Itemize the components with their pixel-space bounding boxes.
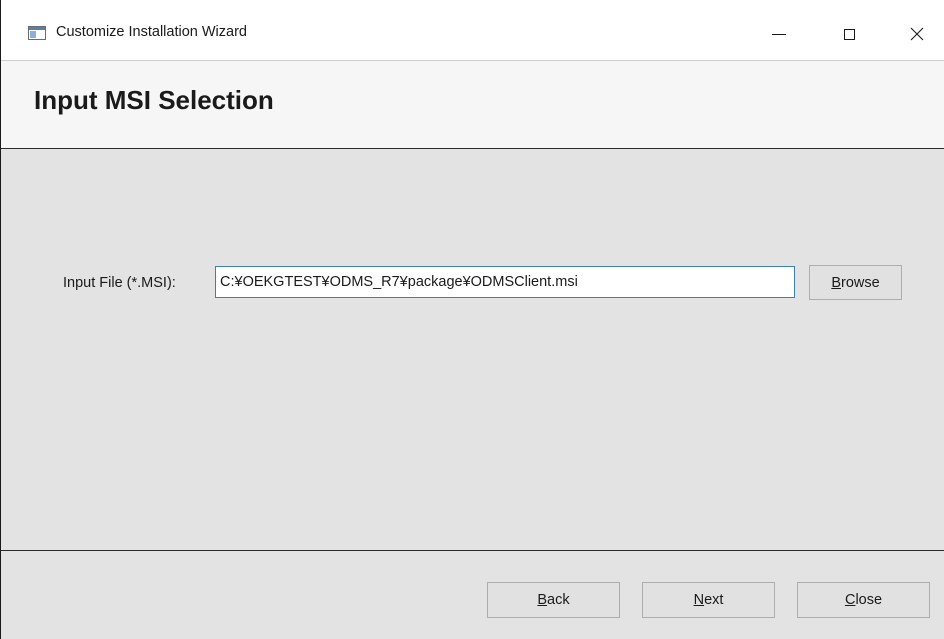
browse-button-label: rowse bbox=[840, 274, 880, 291]
window-title: Customize Installation Wizard bbox=[56, 24, 247, 40]
input-file-label: Input File (*.MSI): bbox=[63, 275, 176, 291]
wizard-content: Input File (*.MSI): Browse bbox=[1, 150, 944, 550]
wizard-header: Input MSI Selection bbox=[1, 61, 944, 149]
close-button-mnemonic: C bbox=[844, 592, 856, 608]
close-button-label: lose bbox=[855, 592, 883, 608]
page-title: Input MSI Selection bbox=[34, 85, 274, 115]
wizard-footer: Back Next Close bbox=[1, 550, 944, 639]
wizard-window: Customize Installation Wizard Input MSI … bbox=[0, 0, 944, 639]
input-file-field[interactable] bbox=[215, 266, 795, 298]
maximize-icon bbox=[843, 28, 855, 40]
browse-button-mnemonic: B bbox=[831, 274, 841, 291]
app-window-icon bbox=[28, 26, 46, 40]
title-bar[interactable]: Customize Installation Wizard bbox=[1, 0, 944, 61]
back-button-label: ack bbox=[547, 592, 570, 608]
next-button-mnemonic: N bbox=[693, 592, 705, 608]
maximize-button[interactable] bbox=[829, 20, 869, 48]
minimize-icon bbox=[772, 33, 786, 35]
back-button-mnemonic: B bbox=[537, 592, 548, 608]
close-button[interactable]: Close bbox=[797, 582, 930, 618]
close-icon bbox=[910, 27, 924, 41]
browse-button[interactable]: Browse bbox=[809, 265, 902, 300]
window-close-button[interactable] bbox=[897, 20, 937, 48]
next-button[interactable]: Next bbox=[642, 582, 775, 618]
next-button-label: ext bbox=[704, 592, 724, 608]
back-button[interactable]: Back bbox=[487, 582, 620, 618]
minimize-button[interactable] bbox=[759, 20, 799, 48]
